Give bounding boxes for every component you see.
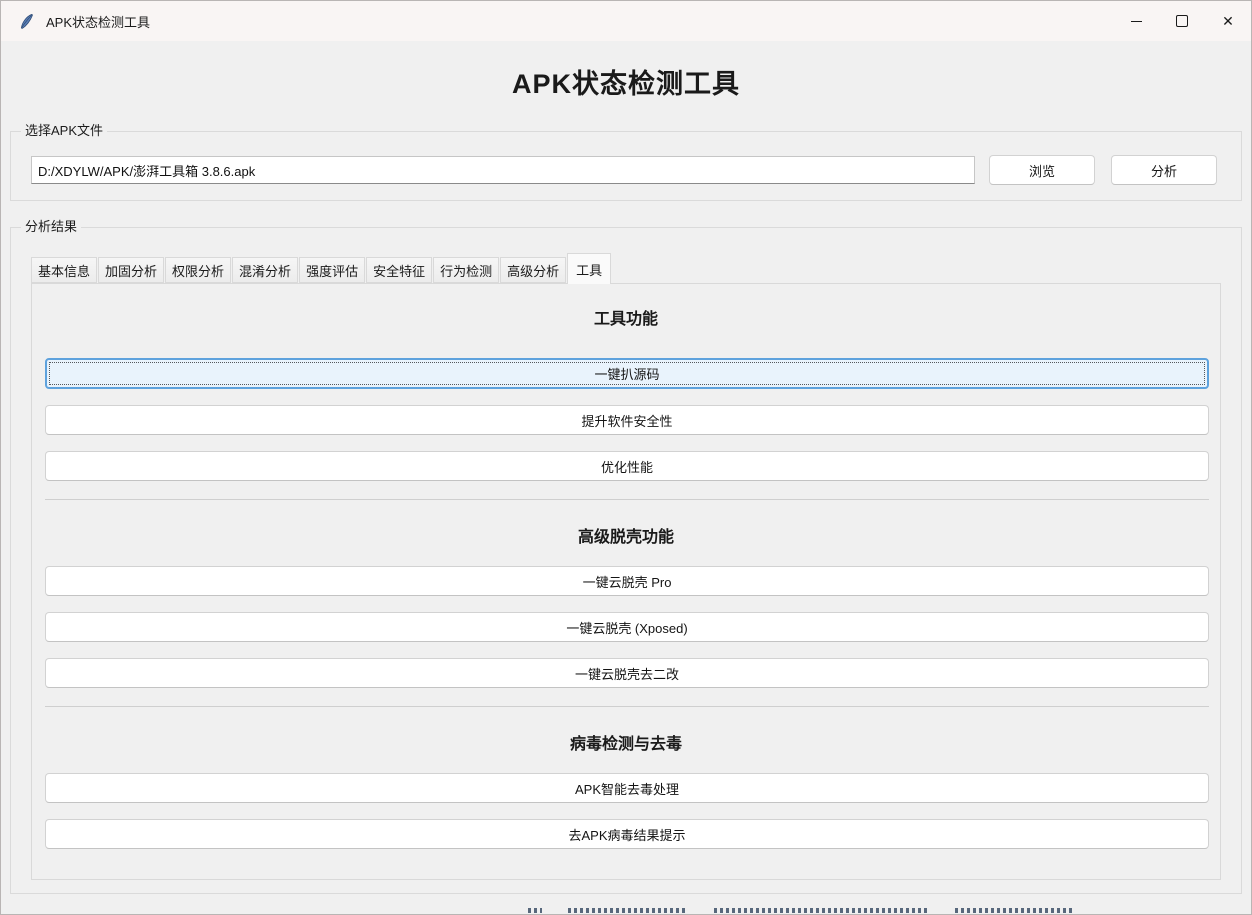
improve-security-button[interactable]: 提升软件安全性 (45, 405, 1209, 435)
section-divider (45, 499, 1209, 500)
cloud-unpack-remove-mod-button[interactable]: 一键云脱壳去二改 (45, 658, 1209, 688)
section-divider (45, 706, 1209, 707)
cloud-unpack-pro-button[interactable]: 一键云脱壳 Pro (45, 566, 1209, 596)
tab-tools[interactable]: 工具 (567, 253, 611, 284)
window-title: APK状态检测工具 (46, 12, 150, 31)
tools-panel: 工具功能 一键扒源码 提升软件安全性 优化性能 高级脱壳功能 一键云脱壳 Pro… (31, 283, 1221, 880)
browse-button[interactable]: 浏览 (989, 155, 1095, 185)
optimize-performance-button[interactable]: 优化性能 (45, 451, 1209, 481)
tab-basic-info[interactable]: 基本信息 (31, 257, 97, 283)
clipped-status-text (528, 908, 1108, 915)
tab-strength-evaluation[interactable]: 强度评估 (299, 257, 365, 283)
window-controls: ✕ (1113, 1, 1251, 41)
analysis-results-group: 分析结果 基本信息 加固分析 权限分析 混淆分析 强度评估 安全特征 行为检测 … (10, 227, 1242, 894)
python-feather-icon (18, 13, 35, 30)
app-window: { "window": { "title": "APK状态检测工具" }, "h… (0, 0, 1252, 915)
tab-permission-analysis[interactable]: 权限分析 (165, 257, 231, 283)
page-title: APK状态检测工具 (0, 62, 1252, 101)
remove-virus-alert-button[interactable]: 去APK病毒结果提示 (45, 819, 1209, 849)
analysis-results-group-label: 分析结果 (21, 219, 81, 235)
extract-source-button[interactable]: 一键扒源码 (45, 358, 1209, 389)
apk-path-input[interactable] (31, 156, 975, 184)
tab-advanced-analysis[interactable]: 高级分析 (500, 257, 566, 283)
file-select-group-label: 选择APK文件 (21, 123, 107, 139)
section-heading-tools: 工具功能 (32, 308, 1220, 332)
section-heading-advanced-unpack: 高级脱壳功能 (32, 526, 1220, 550)
tab-hardening-analysis[interactable]: 加固分析 (98, 257, 164, 283)
close-button[interactable]: ✕ (1205, 1, 1251, 41)
tab-security-features[interactable]: 安全特征 (366, 257, 432, 283)
close-icon: ✕ (1222, 14, 1234, 28)
minimize-button[interactable] (1113, 1, 1159, 41)
titlebar: APK状态检测工具 ✕ (1, 1, 1251, 41)
cloud-unpack-xposed-button[interactable]: 一键云脱壳 (Xposed) (45, 612, 1209, 642)
maximize-icon (1176, 15, 1188, 27)
analyze-button[interactable]: 分析 (1111, 155, 1217, 185)
apk-devirus-button[interactable]: APK智能去毒处理 (45, 773, 1209, 803)
tab-obfuscation-analysis[interactable]: 混淆分析 (232, 257, 298, 283)
section-heading-virus: 病毒检测与去毒 (32, 733, 1220, 757)
minimize-icon (1131, 21, 1142, 22)
maximize-button[interactable] (1159, 1, 1205, 41)
tab-behavior-detection[interactable]: 行为检测 (433, 257, 499, 283)
file-select-group: 选择APK文件 浏览 分析 (10, 131, 1242, 201)
results-tab-strip: 基本信息 加固分析 权限分析 混淆分析 强度评估 安全特征 行为检测 高级分析 … (31, 252, 612, 283)
